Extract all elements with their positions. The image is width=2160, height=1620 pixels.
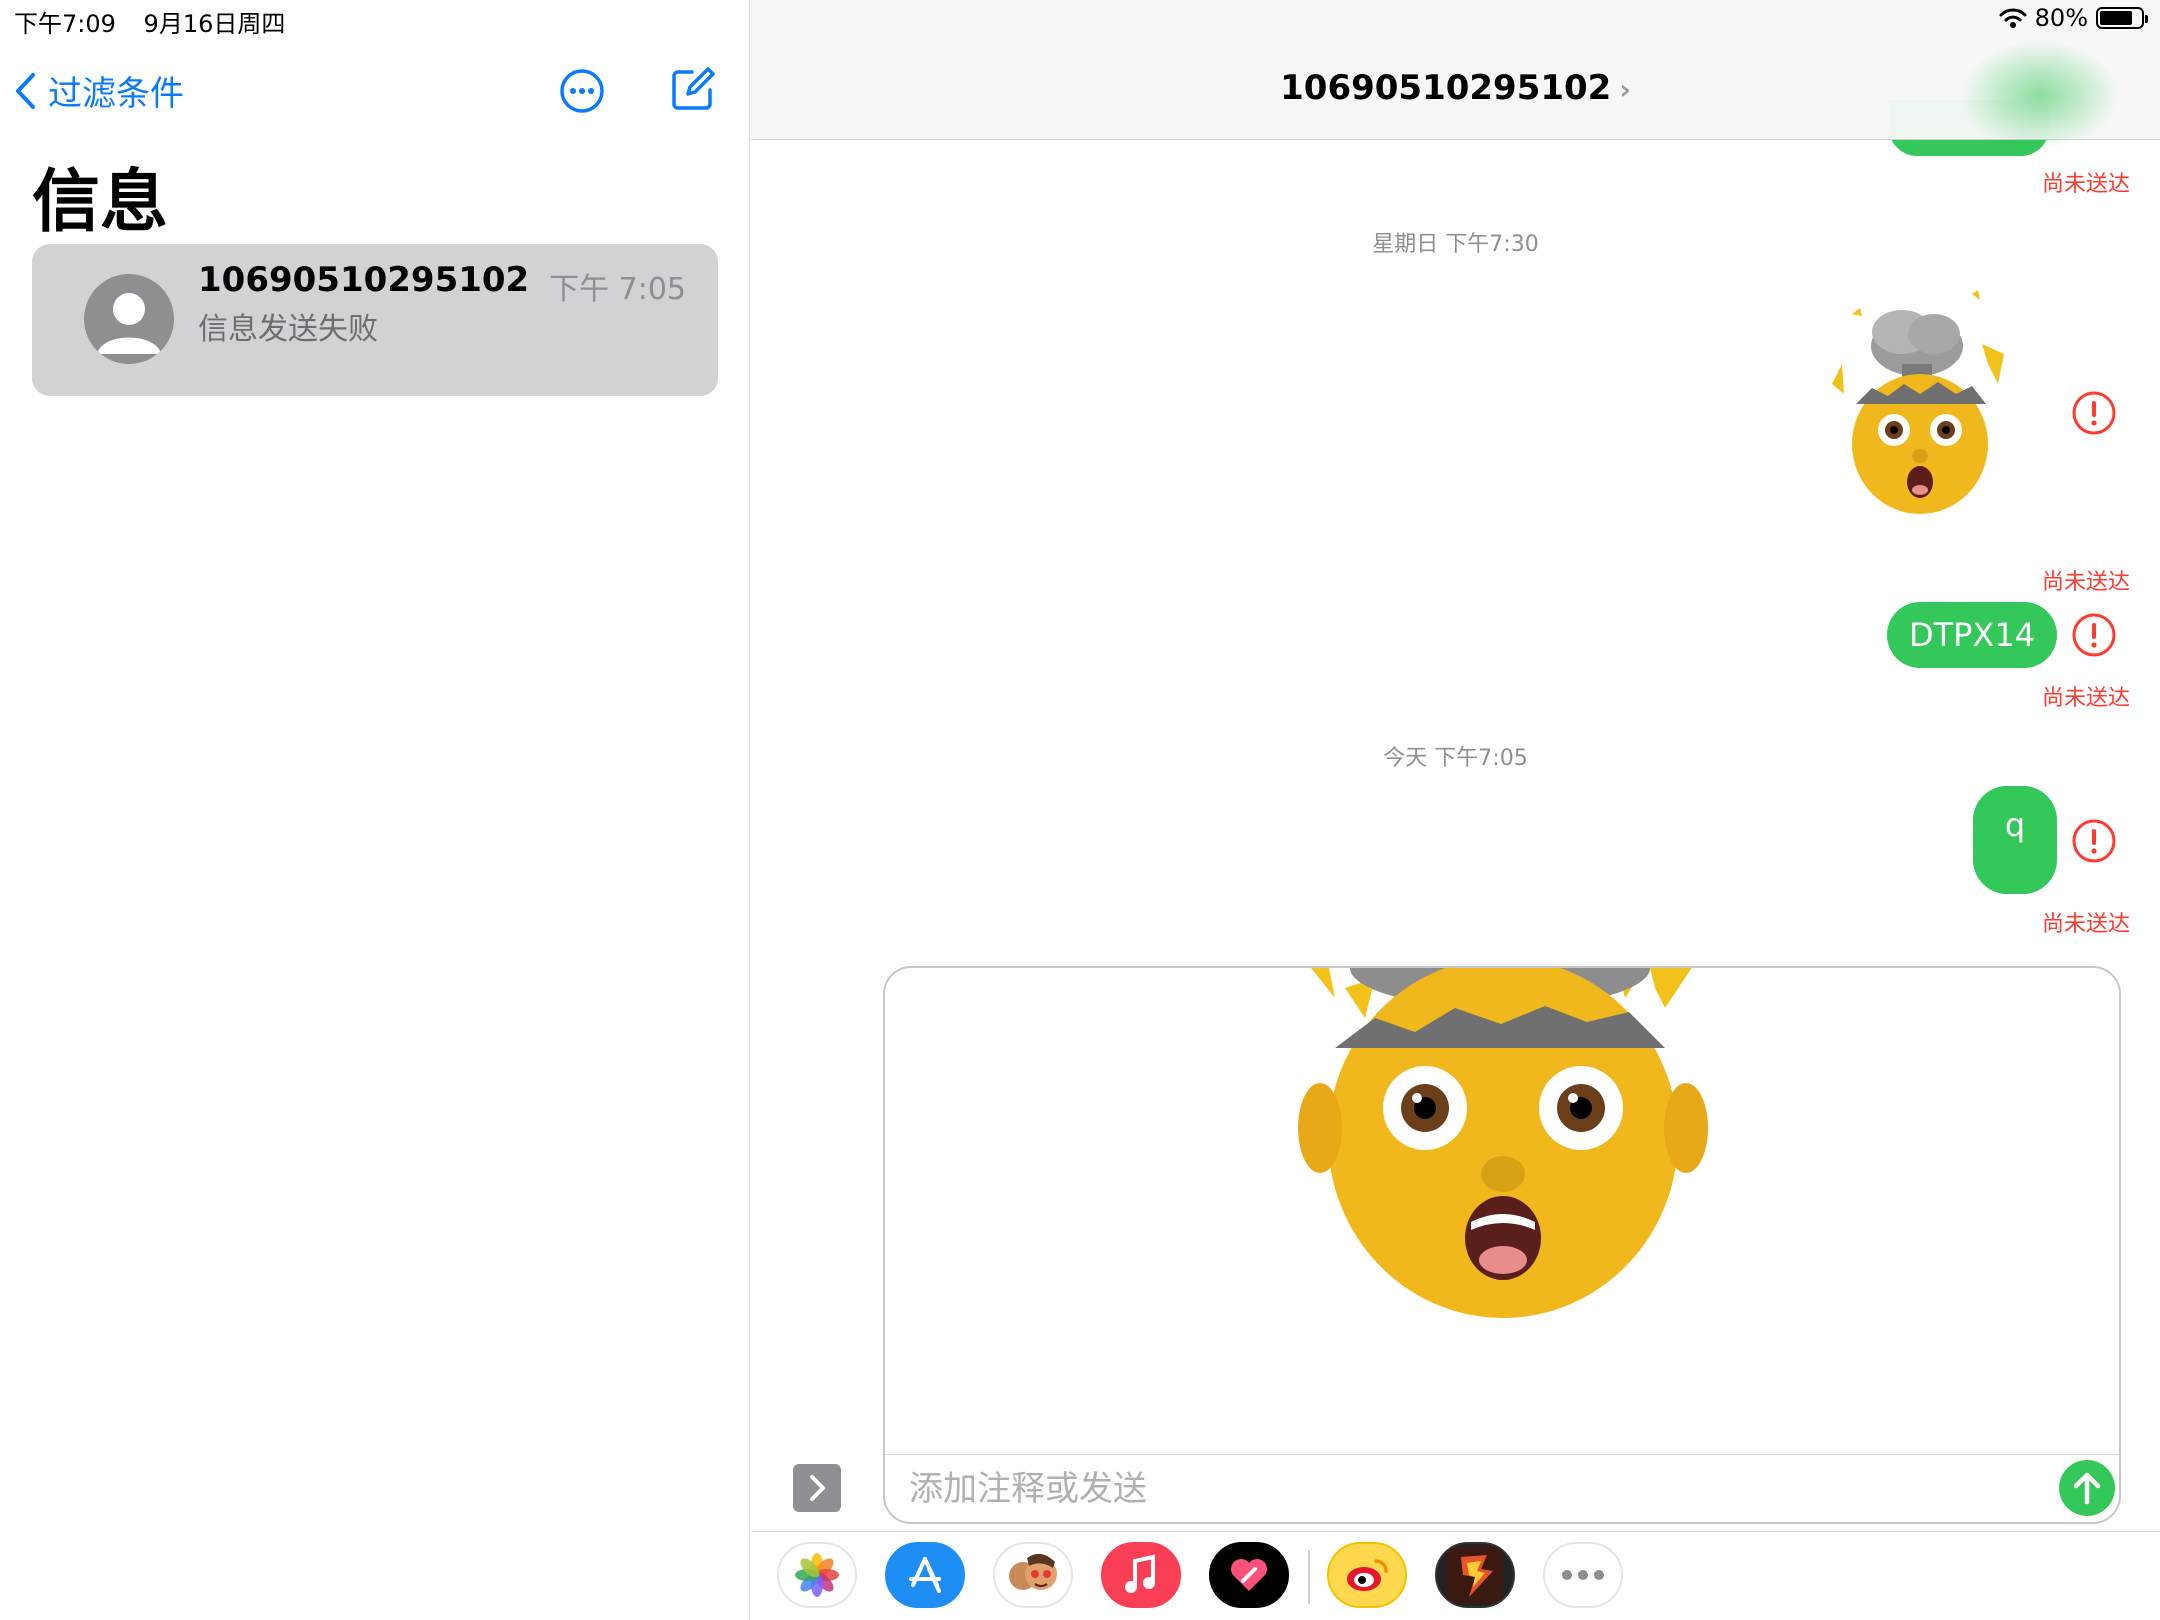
status-date: 9月16日周四 — [143, 10, 286, 38]
memoji-app-icon[interactable] — [993, 1542, 1073, 1608]
compose-divider — [885, 1454, 2119, 1455]
ellipsis-icon — [1562, 1570, 1604, 1580]
message-bubble[interactable]: q — [1973, 786, 2057, 894]
weibo-app-icon[interactable] — [1327, 1542, 1407, 1608]
conversation-name: 10690510295102 — [198, 260, 530, 300]
photos-icon — [795, 1553, 839, 1597]
music-note-icon — [1125, 1554, 1155, 1593]
not-delivered-label: 尚未送达 — [2041, 912, 2130, 937]
page-title: 信息 — [32, 163, 169, 242]
message-text: DTPX14 — [1908, 616, 2036, 654]
ellipsis-circle-icon — [560, 69, 604, 113]
chat-pane: 80% 10690510295102 › 尚未送达 星期日 下午7:30 尚未送达 — [751, 0, 2160, 1620]
heart-icon — [1231, 1559, 1267, 1591]
message-bubble[interactable]: DTPX14 — [1887, 602, 2057, 668]
more-options-button[interactable] — [559, 68, 605, 118]
conversation-item[interactable]: 10690510295102 下午 7:05 信息发送失败 — [32, 244, 718, 396]
battery-percent: 80% — [2034, 4, 2088, 32]
drawer-separator — [1308, 1550, 1310, 1604]
game-icon — [1447, 1547, 1503, 1603]
contact-number: 10690510295102 — [1280, 68, 1612, 108]
timestamp: 星期日 下午7:30 — [1372, 232, 1539, 257]
status-bar-right: 80% — [1999, 4, 2148, 32]
music-app-icon[interactable] — [1101, 1542, 1181, 1608]
exploding-head-memoji-attachment[interactable] — [1245, 966, 1765, 1318]
battery-icon — [2096, 7, 2148, 29]
photos-app-icon[interactable] — [777, 1542, 857, 1608]
weibo-icon — [1347, 1559, 1388, 1591]
status-bar-left: 下午7:09 9月16日周四 — [14, 4, 285, 39]
back-button-label: 过滤条件 — [48, 74, 184, 114]
compose-icon — [672, 67, 715, 110]
digital-touch-app-icon[interactable] — [1209, 1542, 1289, 1608]
error-icon[interactable] — [2071, 818, 2117, 864]
conversation-preview: 信息发送失败 — [198, 312, 378, 347]
compose-button[interactable] — [670, 66, 716, 116]
not-delivered-label: 尚未送达 — [2041, 172, 2130, 197]
chat-header: 80% 10690510295102 › — [751, 0, 2160, 150]
contact-title-button[interactable]: 10690510295102 › — [751, 68, 2160, 108]
exploding-head-memoji[interactable] — [1822, 284, 2022, 514]
messages-app: 下午7:09 9月16日周四 过滤条件 信息 10690510295102 下午… — [0, 0, 2160, 1620]
expand-apps-button[interactable] — [793, 1464, 841, 1512]
contact-avatar — [84, 274, 174, 364]
app-store-icon — [909, 1557, 941, 1593]
app-store-app-icon[interactable] — [885, 1542, 965, 1608]
arrow-up-icon — [2073, 1472, 2101, 1505]
error-icon[interactable] — [2071, 390, 2117, 436]
chevron-right-icon: › — [1619, 73, 1631, 106]
conversation-time: 下午 7:05 — [549, 272, 686, 307]
memoji-stickers-icon — [1009, 1553, 1057, 1590]
message-text: q — [2004, 806, 2026, 844]
chevron-right-icon — [810, 1475, 825, 1501]
timestamp: 今天 下午7:05 — [1383, 746, 1528, 771]
more-apps-button[interactable] — [1543, 1542, 1623, 1608]
filters-back-button[interactable]: 过滤条件 — [14, 66, 184, 115]
game-app-icon[interactable] — [1435, 1542, 1515, 1608]
not-delivered-label: 尚未送达 — [2041, 686, 2130, 711]
chevron-left-icon — [16, 72, 35, 109]
status-time: 下午7:09 — [14, 10, 116, 38]
person-icon — [97, 293, 161, 354]
compose-box[interactable] — [883, 966, 2121, 1524]
battery-fill — [2100, 11, 2132, 25]
app-drawer — [751, 1531, 2160, 1620]
error-icon[interactable] — [2071, 612, 2117, 658]
conversation-list-pane: 下午7:09 9月16日周四 过滤条件 信息 10690510295102 下午… — [0, 0, 750, 1620]
not-delivered-label: 尚未送达 — [2041, 570, 2130, 595]
send-button[interactable] — [2059, 1460, 2115, 1516]
wifi-icon — [1999, 8, 2027, 28]
message-input[interactable] — [909, 1464, 2009, 1514]
